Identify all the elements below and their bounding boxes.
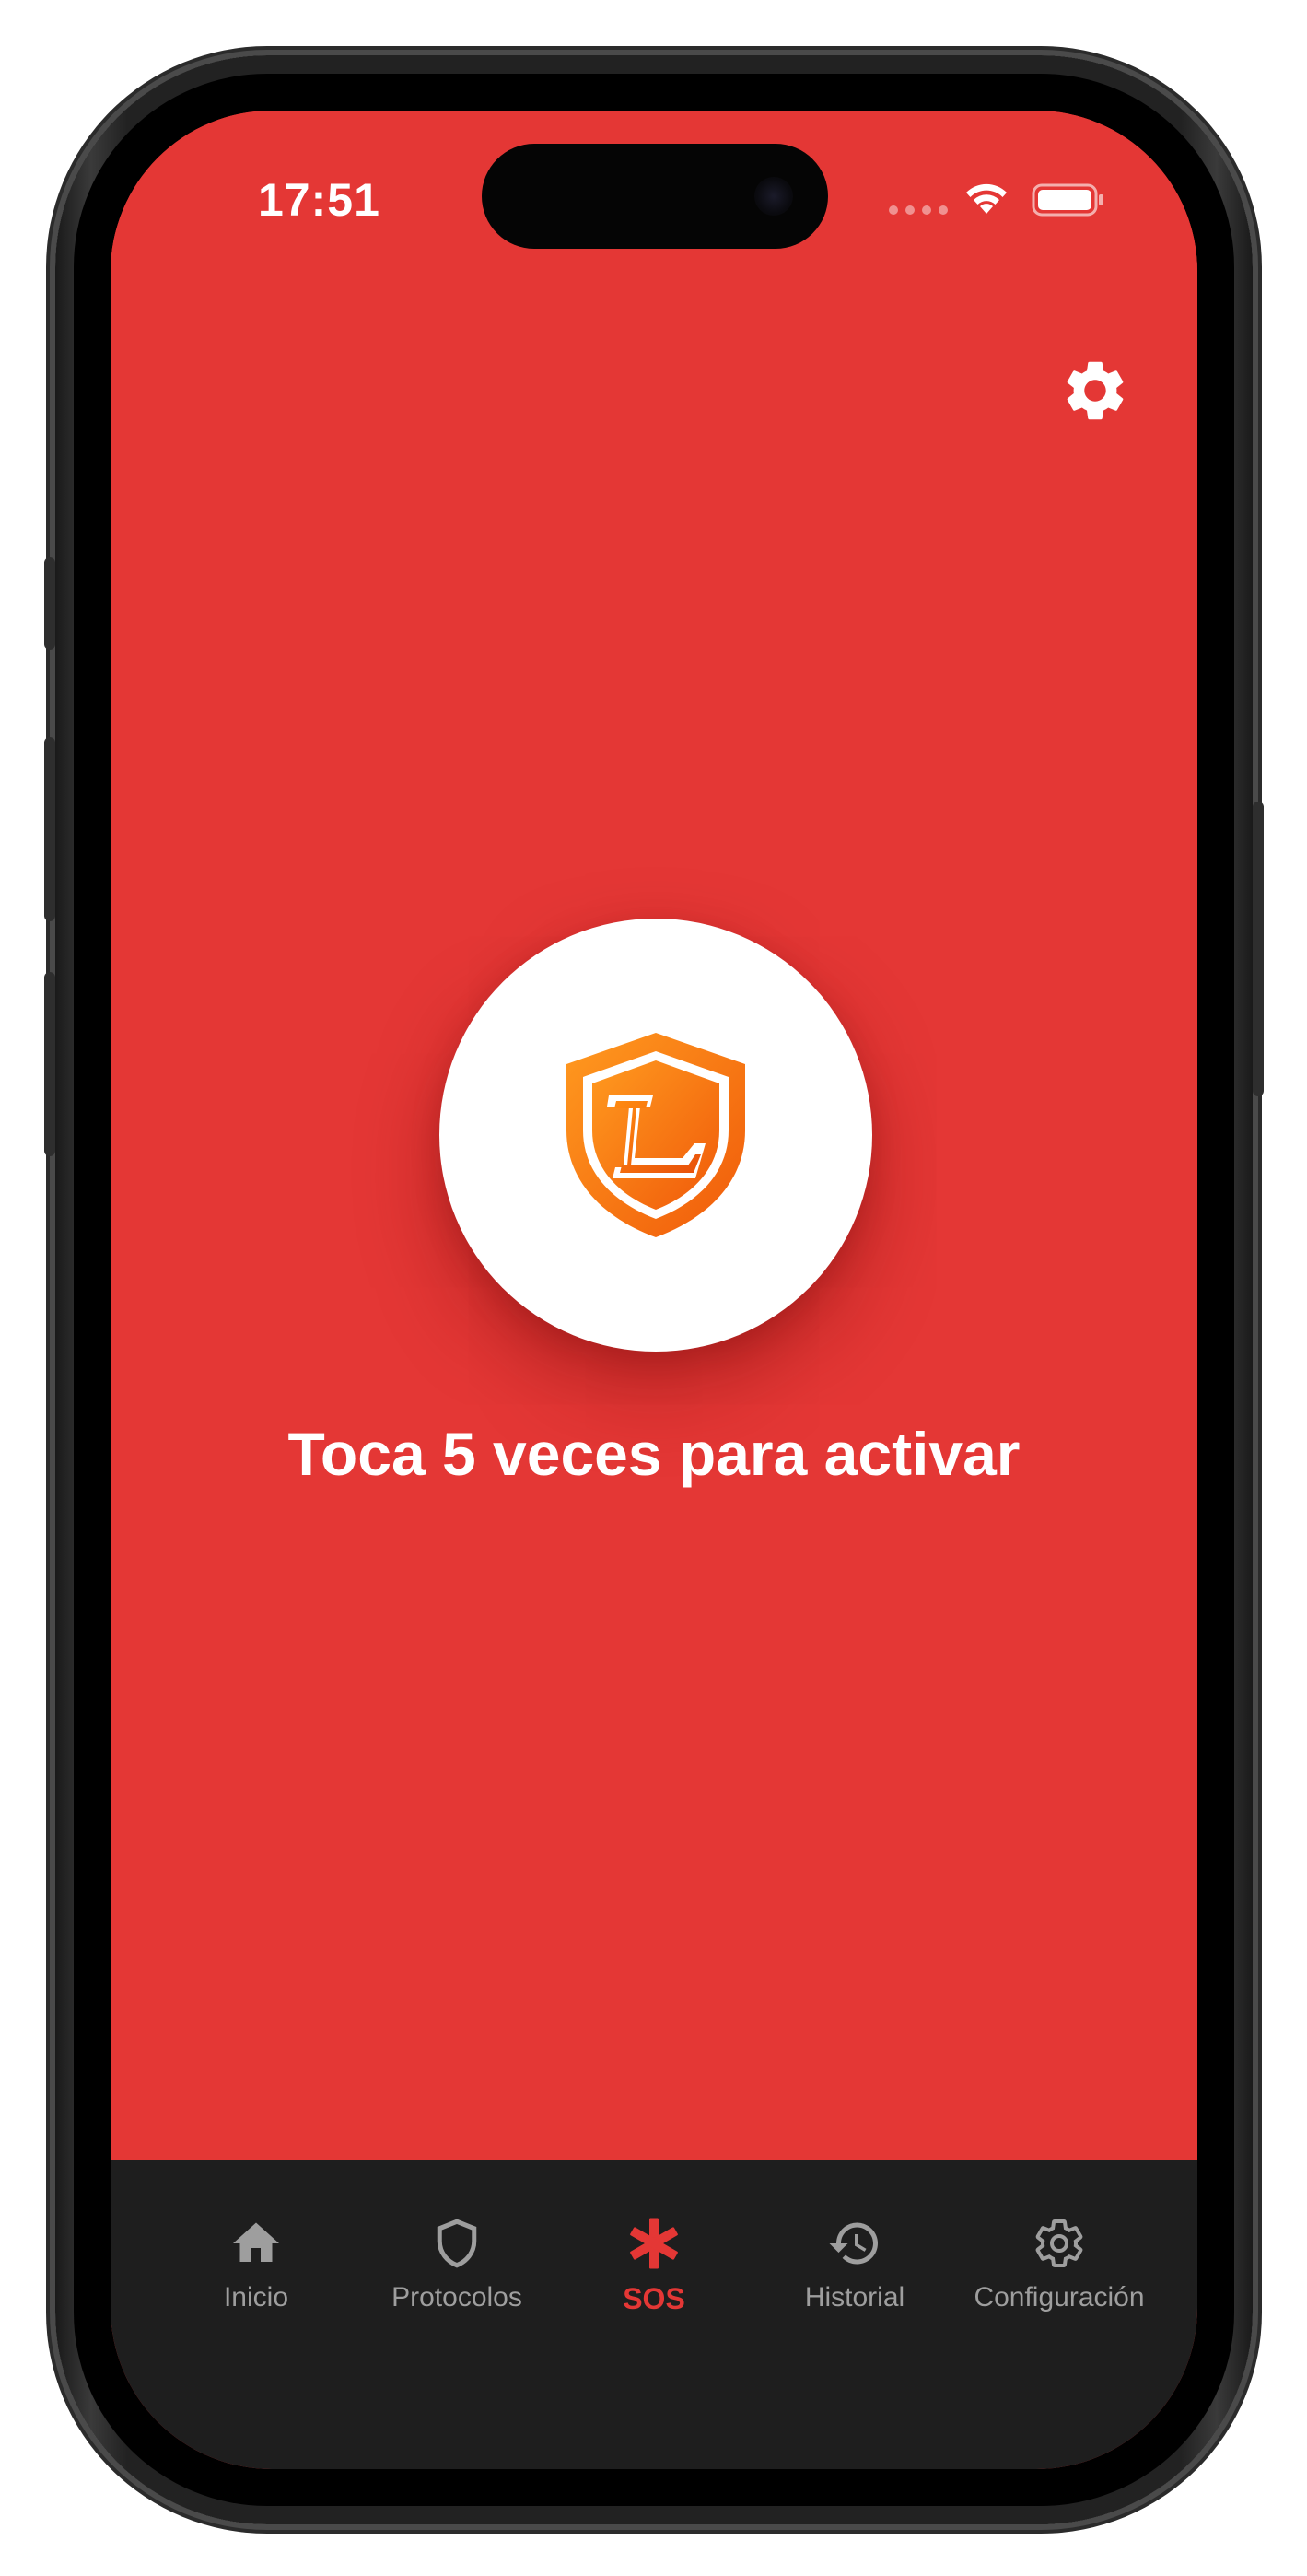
nav-label-inicio: Inicio (223, 2282, 289, 2313)
status-time: 17:51 (258, 174, 380, 226)
shield-icon (437, 2219, 477, 2268)
silent-switch (44, 557, 55, 650)
nav-item-inicio[interactable]: Inicio (155, 2216, 357, 2345)
gear-icon[interactable] (1059, 355, 1131, 427)
asterisk-icon (630, 2218, 678, 2269)
status-bar: 17:51 (111, 111, 1197, 258)
nav-label-configuracion: Configuración (974, 2282, 1145, 2313)
shield-L-logo-icon (566, 1033, 745, 1237)
nav-item-protocolos[interactable]: Protocolos (356, 2216, 558, 2345)
volume-up-button (44, 737, 55, 921)
power-button (1253, 802, 1264, 1096)
nav-label-sos: SOS (623, 2282, 685, 2315)
nav-label-protocolos: Protocolos (391, 2282, 522, 2313)
nav-item-sos[interactable]: SOS (553, 2216, 755, 2345)
camera-icon (754, 177, 793, 216)
cellular-signal-icon (889, 205, 948, 215)
battery-icon (1032, 183, 1103, 217)
activation-instruction: Toca 5 veces para activar (287, 1420, 1021, 1488)
page: 17:51 Toca 5 veces para activar Inicio P… (0, 0, 1307, 2576)
wifi-icon (966, 183, 1007, 214)
home-icon (233, 2222, 279, 2262)
screen: 17:51 Toca 5 veces para activar Inicio P… (111, 111, 1197, 2469)
bottom-navigation: Inicio Protocolos SOS Historial Configur… (111, 2160, 1197, 2469)
history-icon (829, 2222, 878, 2265)
volume-down-button (44, 972, 55, 1156)
gear-icon (1035, 2219, 1083, 2267)
nav-item-historial[interactable]: Historial (753, 2216, 956, 2345)
nav-item-configuracion[interactable]: Configuración (949, 2216, 1170, 2345)
dynamic-island (482, 144, 828, 249)
nav-label-historial: Historial (804, 2282, 905, 2313)
sos-activate-button[interactable] (439, 919, 872, 1352)
